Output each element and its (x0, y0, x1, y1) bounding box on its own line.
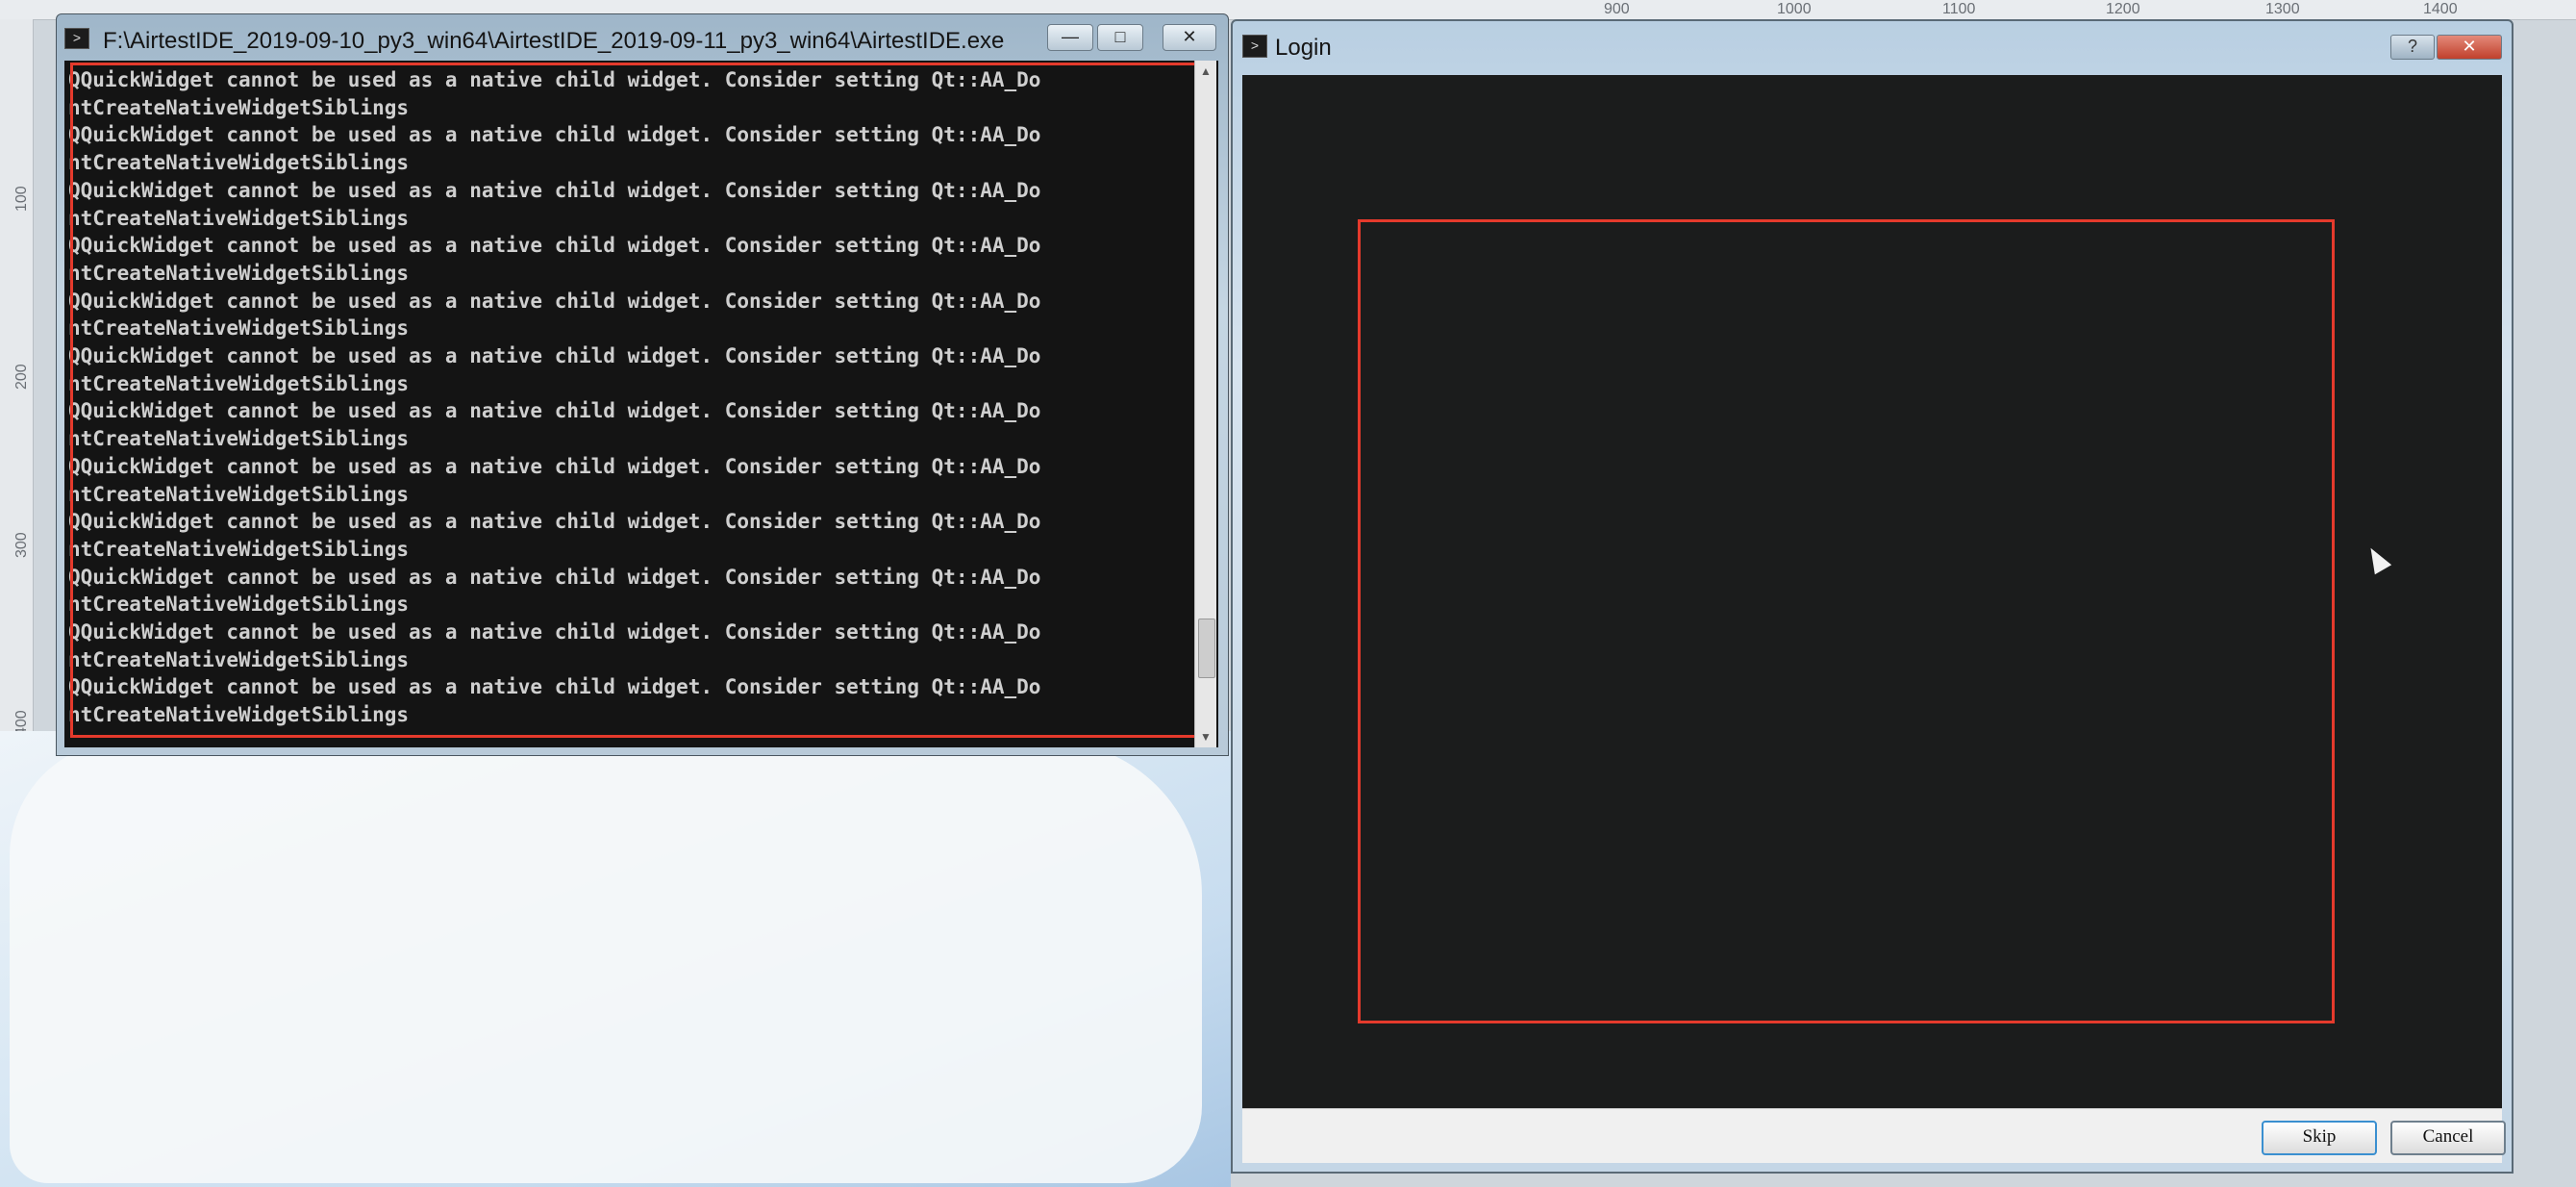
console-line: QQuickWidget cannot be used as a native … (68, 399, 1041, 423)
cancel-button[interactable]: Cancel (2390, 1121, 2506, 1155)
ruler-tick: 300 (13, 532, 30, 558)
console-line: ntCreateNativeWidgetSiblings (68, 482, 410, 506)
console-line: QQuickWidget cannot be used as a native … (68, 68, 1041, 91)
mouse-cursor-icon (2362, 543, 2392, 575)
ruler-tick: 1000 (1777, 1, 1812, 17)
console-line: ntCreateNativeWidgetSiblings (68, 537, 410, 561)
console-line: QQuickWidget cannot be used as a native … (68, 510, 1041, 534)
console-window[interactable]: > F:\AirtestIDE_2019-09-10_py3_win64\Air… (56, 13, 1229, 756)
ruler-tick: 1100 (1942, 1, 1976, 17)
ruler-tick: 1200 (2106, 1, 2140, 17)
ruler-tick: 1300 (2265, 1, 2300, 17)
console-line: ntCreateNativeWidgetSiblings (68, 316, 410, 341)
console-title: F:\AirtestIDE_2019-09-10_py3_win64\Airte… (103, 28, 1005, 54)
console-line: ntCreateNativeWidgetSiblings (68, 261, 410, 285)
login-title: Login (1275, 35, 1332, 61)
console-line: QQuickWidget cannot be used as a native … (68, 289, 1041, 313)
capture-region (1358, 219, 2335, 1023)
console-scrollbar[interactable]: ▲ ▼ (1194, 61, 1216, 747)
console-line: QQuickWidget cannot be used as a native … (68, 123, 1041, 147)
console-output[interactable]: QQuickWidget cannot be used as a native … (64, 61, 1218, 747)
console-titlebar[interactable]: > F:\AirtestIDE_2019-09-10_py3_win64\Air… (57, 14, 1228, 61)
console-line: ntCreateNativeWidgetSiblings (68, 647, 410, 671)
console-line: ntCreateNativeWidgetSiblings (68, 427, 410, 451)
console-line: ntCreateNativeWidgetSiblings (68, 703, 410, 727)
console-line: QQuickWidget cannot be used as a native … (68, 565, 1041, 589)
login-titlebar[interactable]: > Login ? ✕ (1233, 21, 2512, 71)
login-app-icon: > (1242, 35, 1267, 58)
ruler-tick: 900 (1604, 1, 1630, 17)
ruler-tick: 100 (13, 186, 30, 212)
ruler-tick: 200 (13, 364, 30, 390)
console-line: QQuickWidget cannot be used as a native … (68, 234, 1041, 258)
console-line: ntCreateNativeWidgetSiblings (68, 95, 410, 119)
ruler-tick: 1400 (2423, 1, 2458, 17)
console-app-icon: > (64, 28, 89, 49)
help-button[interactable]: ? (2390, 35, 2435, 60)
console-lines: QQuickWidget cannot be used as a native … (68, 66, 1193, 729)
scroll-down-icon[interactable]: ▼ (1199, 730, 1213, 744)
console-line: QQuickWidget cannot be used as a native … (68, 344, 1041, 368)
login-close-button[interactable]: ✕ (2437, 35, 2502, 60)
maximize-button[interactable]: □ (1097, 24, 1143, 51)
login-dialog[interactable]: > Login ? ✕ Skip Cancel (1231, 19, 2513, 1174)
console-line: ntCreateNativeWidgetSiblings (68, 206, 410, 230)
console-line: ntCreateNativeWidgetSiblings (68, 371, 410, 395)
scroll-up-icon[interactable]: ▲ (1199, 64, 1213, 78)
login-footer: Skip Cancel (1242, 1108, 2506, 1163)
console-line: QQuickWidget cannot be used as a native … (68, 675, 1041, 699)
console-line: QQuickWidget cannot be used as a native … (68, 178, 1041, 202)
close-button[interactable]: ✕ (1163, 24, 1216, 51)
obscured-region (10, 741, 1202, 1183)
console-line: QQuickWidget cannot be used as a native … (68, 620, 1041, 644)
console-line: ntCreateNativeWidgetSiblings (68, 593, 410, 617)
scroll-thumb[interactable] (1198, 619, 1215, 678)
minimize-button[interactable]: — (1047, 24, 1093, 51)
console-line: ntCreateNativeWidgetSiblings (68, 151, 410, 175)
login-webview[interactable] (1242, 75, 2502, 1108)
console-line: QQuickWidget cannot be used as a native … (68, 454, 1041, 478)
skip-button[interactable]: Skip (2262, 1121, 2377, 1155)
